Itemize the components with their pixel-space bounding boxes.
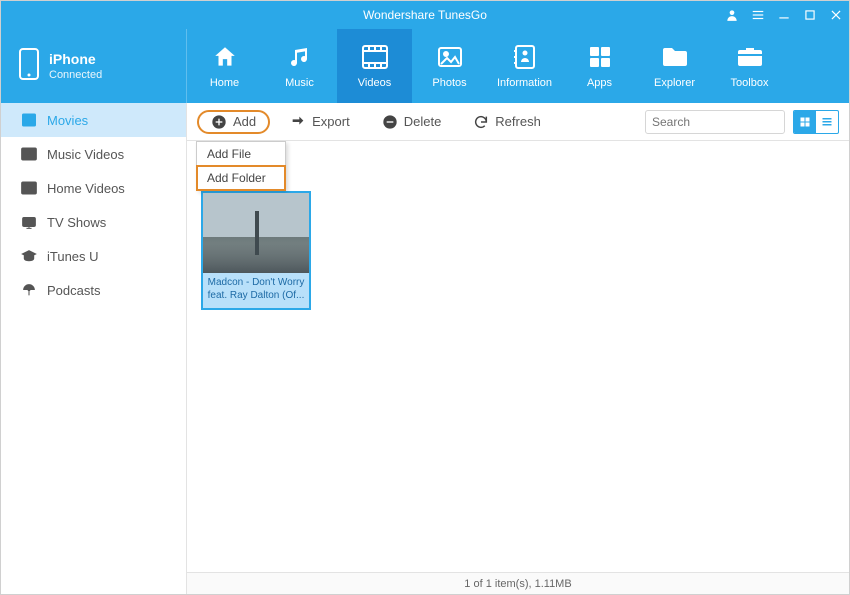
add-button[interactable]: Add [197, 110, 270, 134]
delete-button[interactable]: Delete [370, 108, 454, 136]
nav-label: Toolbox [731, 77, 769, 89]
refresh-icon [473, 114, 489, 130]
apps-icon [588, 43, 612, 71]
sidebar-item-label: Movies [47, 113, 88, 128]
nav-label: Music [285, 77, 314, 89]
device-status: Connected [49, 69, 102, 81]
refresh-label: Refresh [495, 114, 541, 129]
nav-label: Home [210, 77, 239, 89]
main: Add Export Delete Refresh [187, 103, 849, 594]
menu-icon[interactable] [751, 8, 765, 22]
caption-line: feat. Ray Dalton (Of... [207, 290, 305, 303]
dropdown-item-label: Add Folder [207, 171, 266, 185]
search-box[interactable] [645, 110, 785, 134]
thumbnail-image [203, 193, 309, 273]
close-button[interactable] [829, 8, 843, 22]
home-icon [212, 43, 238, 71]
toolbox-icon [737, 43, 763, 71]
statusbar-text: 1 of 1 item(s), 1.11MB [464, 578, 571, 590]
sidebar-item-label: iTunes U [47, 249, 99, 264]
view-grid-button[interactable] [794, 111, 816, 133]
nav-explorer[interactable]: Explorer [637, 29, 712, 103]
search-input[interactable] [652, 115, 807, 129]
top-nav: iPhone Connected Home Music Videos Photo… [1, 29, 849, 103]
information-icon [513, 43, 537, 71]
sidebar-item-label: Music Videos [47, 147, 124, 162]
nav-label: Photos [432, 77, 466, 89]
view-toggle [793, 110, 839, 134]
plus-circle-icon [211, 114, 227, 130]
nav-label: Videos [358, 77, 391, 89]
sidebar-item-music-videos[interactable]: Music Videos [1, 137, 186, 171]
app-window: Wondershare TunesGo iPhone Connected Hom… [0, 0, 850, 595]
export-label: Export [312, 114, 350, 129]
video-thumbnail[interactable]: Madcon - Don't Worry feat. Ray Dalton (O… [201, 191, 311, 310]
add-label: Add [233, 114, 256, 129]
titlebar: Wondershare TunesGo [1, 1, 849, 29]
maximize-button[interactable] [803, 8, 817, 22]
device-info: iPhone Connected [49, 51, 102, 81]
delete-label: Delete [404, 114, 442, 129]
nav-toolbox[interactable]: Toolbox [712, 29, 787, 103]
dropdown-item-label: Add File [207, 147, 251, 161]
photos-icon [437, 43, 463, 71]
thumbnail-caption: Madcon - Don't Worry feat. Ray Dalton (O… [203, 273, 309, 308]
sidebar-item-home-videos[interactable]: Home Videos [1, 171, 186, 205]
app-title: Wondershare TunesGo [363, 8, 487, 22]
device-name: iPhone [49, 51, 102, 67]
nav-label: Explorer [654, 77, 695, 89]
refresh-button[interactable]: Refresh [461, 108, 553, 136]
sidebar-item-movies[interactable]: Movies [1, 103, 186, 137]
video-icon [361, 43, 389, 71]
sidebar-item-itunes-u[interactable]: iTunes U [1, 239, 186, 273]
sidebar-item-label: TV Shows [47, 215, 106, 230]
content-area: Add File Add Folder Madcon - Don't Worry… [187, 141, 849, 572]
sidebar: Movies Music Videos Home Videos TV Shows… [1, 103, 187, 594]
view-list-button[interactable] [816, 111, 838, 133]
minimize-button[interactable] [777, 8, 791, 22]
sidebar-item-podcasts[interactable]: Podcasts [1, 273, 186, 307]
music-icon [288, 43, 312, 71]
export-button[interactable]: Export [278, 108, 362, 136]
dropdown-item-add-file[interactable]: Add File [197, 142, 285, 166]
minus-circle-icon [382, 114, 398, 130]
nav-items: Home Music Videos Photos Information App… [187, 29, 849, 103]
nav-label: Information [497, 77, 552, 89]
dropdown-spacer [201, 155, 835, 191]
add-dropdown: Add File Add Folder [196, 141, 286, 191]
nav-photos[interactable]: Photos [412, 29, 487, 103]
caption-line: Madcon - Don't Worry [207, 277, 305, 290]
nav-apps[interactable]: Apps [562, 29, 637, 103]
toolbar: Add Export Delete Refresh [187, 103, 849, 141]
nav-home[interactable]: Home [187, 29, 262, 103]
nav-information[interactable]: Information [487, 29, 562, 103]
phone-icon [19, 48, 39, 85]
statusbar: 1 of 1 item(s), 1.11MB [187, 572, 849, 594]
body: Movies Music Videos Home Videos TV Shows… [1, 103, 849, 594]
export-icon [290, 114, 306, 130]
nav-videos[interactable]: Videos [337, 29, 412, 103]
user-icon[interactable] [725, 8, 739, 22]
sidebar-item-tv-shows[interactable]: TV Shows [1, 205, 186, 239]
sidebar-item-label: Home Videos [47, 181, 125, 196]
nav-label: Apps [587, 77, 612, 89]
window-controls [725, 1, 843, 29]
sidebar-item-label: Podcasts [47, 283, 100, 298]
dropdown-item-add-folder[interactable]: Add Folder [197, 166, 285, 190]
nav-music[interactable]: Music [262, 29, 337, 103]
folder-icon [661, 43, 689, 71]
device-pane[interactable]: iPhone Connected [1, 29, 187, 103]
